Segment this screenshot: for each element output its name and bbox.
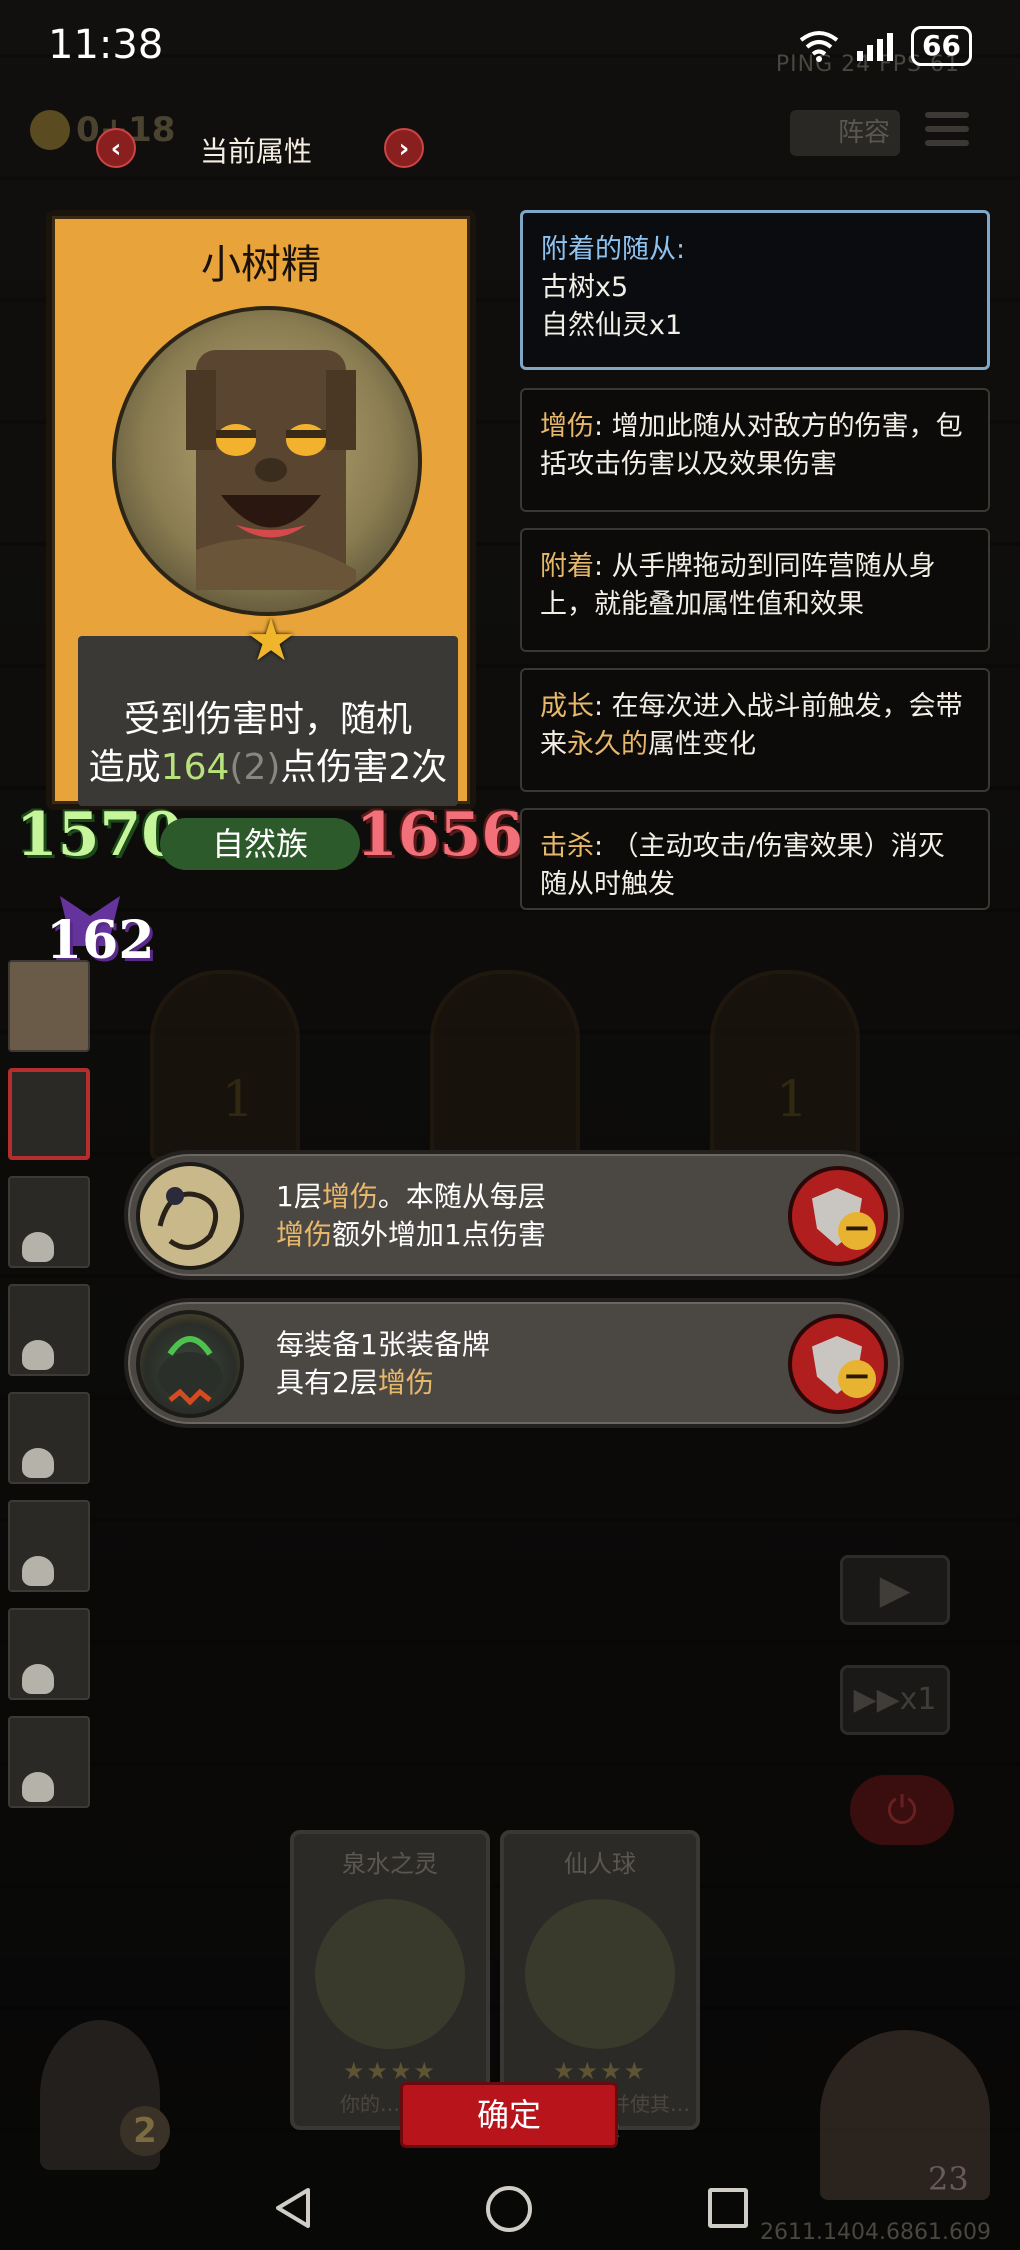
minus-icon: − <box>838 1359 876 1398</box>
equipment-effect-text: 每装备1张装备牌 具有2层增伤 <box>276 1326 490 1402</box>
skull-icon <box>22 1772 54 1802</box>
keyword-desc: : 从手牌拖动到同阵营随从身上，就能叠加属性值和效果 <box>540 551 936 620</box>
skull-icon <box>22 1232 54 1262</box>
rope-amulet-icon <box>136 1162 244 1270</box>
back-nav-icon[interactable] <box>272 2186 312 2230</box>
minion-list-item[interactable] <box>8 960 90 1052</box>
keyword: 成长 <box>540 691 594 722</box>
skull-icon <box>22 1340 54 1370</box>
attached-item: 古树x5 <box>541 272 629 303</box>
tree-spirit-face-icon <box>186 350 356 590</box>
hand-card-portrait <box>525 1899 675 2049</box>
speed-button[interactable]: ▶▶x1 <box>840 1665 950 1735</box>
minion-name: 小树精 <box>201 242 321 288</box>
power-button[interactable]: ⏻ <box>850 1775 954 1845</box>
hand-card-portrait <box>315 1899 465 2049</box>
effect-keyword: 增伤 <box>276 1218 333 1251</box>
play-button[interactable]: ▶ <box>840 1555 950 1625</box>
player-id: 2611.1404.6861.609 <box>760 2220 991 2245</box>
hand-card-name: 泉水之灵 <box>342 1850 438 1878</box>
home-nav-icon[interactable] <box>486 2186 532 2232</box>
prev-minion-button[interactable]: ‹ <box>96 128 136 168</box>
effect-line: 具有2层增伤 <box>276 1364 490 1402</box>
race-label: 自然族 <box>160 818 360 870</box>
effect-prefix: 造成 <box>88 747 161 788</box>
equipment-effect-row: 1层增伤。本随从每层 增伤额外增加1点伤害 − <box>124 1150 904 1280</box>
equipment-effect-text: 1层增伤。本随从每层 增伤额外增加1点伤害 <box>276 1178 546 1254</box>
keyword-desc: : （主动攻击/伤害效果）消灭随从时触发 <box>540 831 945 900</box>
minion-list-item[interactable] <box>8 1392 90 1484</box>
minus-icon: − <box>838 1211 876 1250</box>
signal-icon <box>857 33 894 61</box>
minion-card: 小树精 受到伤害时，随机 造成164(2)点伤害2次 ★ <box>46 210 476 810</box>
effect-text-part: 。本随从每层 <box>377 1180 546 1213</box>
keyword-highlight: 永久的 <box>567 729 648 760</box>
status-time: 11:38 <box>48 22 164 68</box>
status-bar: 11:38 PING 24 FPS 61 66 <box>0 0 1020 90</box>
keyword-box-damage-boost: 增伤: 增加此随从对敌方的伤害，包括攻击伤害以及效果伤害 <box>520 388 990 512</box>
tree-spirit-portrait <box>112 306 422 616</box>
battery-indicator: 66 <box>911 26 972 66</box>
equipment-effect-row: 每装备1张装备牌 具有2层增伤 − <box>124 1298 904 1428</box>
keyword: 击杀 <box>540 831 594 862</box>
recent-apps-nav-icon[interactable] <box>708 2188 748 2228</box>
keyword-desc: : 增加此随从对敌方的伤害，包括攻击伤害以及效果伤害 <box>540 411 963 480</box>
skull-icon <box>22 1556 54 1586</box>
effect-line: 每装备1张装备牌 <box>276 1328 490 1361</box>
keyword-box-attach: 附着: 从手牌拖动到同阵营随从身上，就能叠加属性值和效果 <box>520 528 990 652</box>
minion-list-item[interactable] <box>8 1176 90 1268</box>
effect-text-part: 具有2层 <box>276 1366 378 1399</box>
skull-icon <box>22 1448 54 1478</box>
attached-minions-box: 附着的随从: 古树x5 自然仙灵x1 <box>520 210 990 370</box>
keyword: 增伤 <box>540 411 594 442</box>
minion-list-item[interactable] <box>8 1716 90 1808</box>
coin-icon <box>30 110 70 150</box>
skull-icon <box>22 1664 54 1694</box>
keyword-desc: 属性变化 <box>648 729 756 760</box>
hand-card-name: 仙人球 <box>564 1850 636 1878</box>
effect-keyword: 增伤 <box>377 1366 434 1399</box>
attack-value: 1570 <box>16 800 183 870</box>
minion-list-item[interactable] <box>8 1608 90 1700</box>
confirm-button[interactable]: 确定 <box>400 2082 618 2148</box>
minion-stats: 1570 自然族 1656 <box>0 800 523 880</box>
next-minion-button[interactable]: › <box>384 128 424 168</box>
effect-text-part: 额外增加1点伤害 <box>332 1218 546 1251</box>
hand-card-stars: ★★★★ <box>552 2057 648 2085</box>
hand-card-stars: ★★★★ <box>342 2057 438 2085</box>
attached-item: 自然仙灵x1 <box>541 310 683 341</box>
health-value: 1656 <box>356 800 523 870</box>
hero-hp: 23 <box>928 2160 969 2198</box>
lineup-button[interactable]: 阵容 <box>790 110 900 156</box>
effect-suffix: 点伤害2次 <box>280 747 448 788</box>
effect-damage-bonus: (2) <box>229 747 281 788</box>
status-icons: 66 <box>799 26 972 66</box>
panel-title: 当前属性 <box>200 135 313 168</box>
minion-list-item-selected[interactable] <box>8 1068 90 1160</box>
minion-list-item[interactable] <box>8 1500 90 1592</box>
attached-title: 附着的随从: <box>541 234 686 265</box>
keyword-box-growth: 成长: 在每次进入战斗前触发，会带来永久的属性变化 <box>520 668 990 792</box>
remove-equipment-button[interactable]: − <box>788 1166 888 1266</box>
effect-line: 增伤额外增加1点伤害 <box>276 1216 546 1254</box>
minion-list-item[interactable] <box>8 1284 90 1376</box>
cauldron-icon <box>136 1310 244 1418</box>
menu-icon[interactable] <box>925 112 969 152</box>
deck-count: 2 <box>120 2106 170 2156</box>
effect-damage-value: 164 <box>160 747 230 788</box>
effect-line: 1层增伤。本随从每层 <box>276 1178 546 1216</box>
keyword-box-kill: 击杀: （主动攻击/伤害效果）消灭随从时触发 <box>520 808 990 910</box>
star-icon: ★ <box>245 606 297 674</box>
remove-equipment-button[interactable]: − <box>788 1314 888 1414</box>
keyword: 附着 <box>540 551 594 582</box>
effect-line-2: 造成164(2)点伤害2次 <box>88 744 448 792</box>
effect-line-1: 受到伤害时，随机 <box>123 699 412 740</box>
wifi-icon <box>799 31 839 62</box>
effect-keyword: 增伤 <box>321 1180 378 1213</box>
effect-text-part: 1层 <box>276 1180 322 1213</box>
minion-list <box>8 960 98 1824</box>
